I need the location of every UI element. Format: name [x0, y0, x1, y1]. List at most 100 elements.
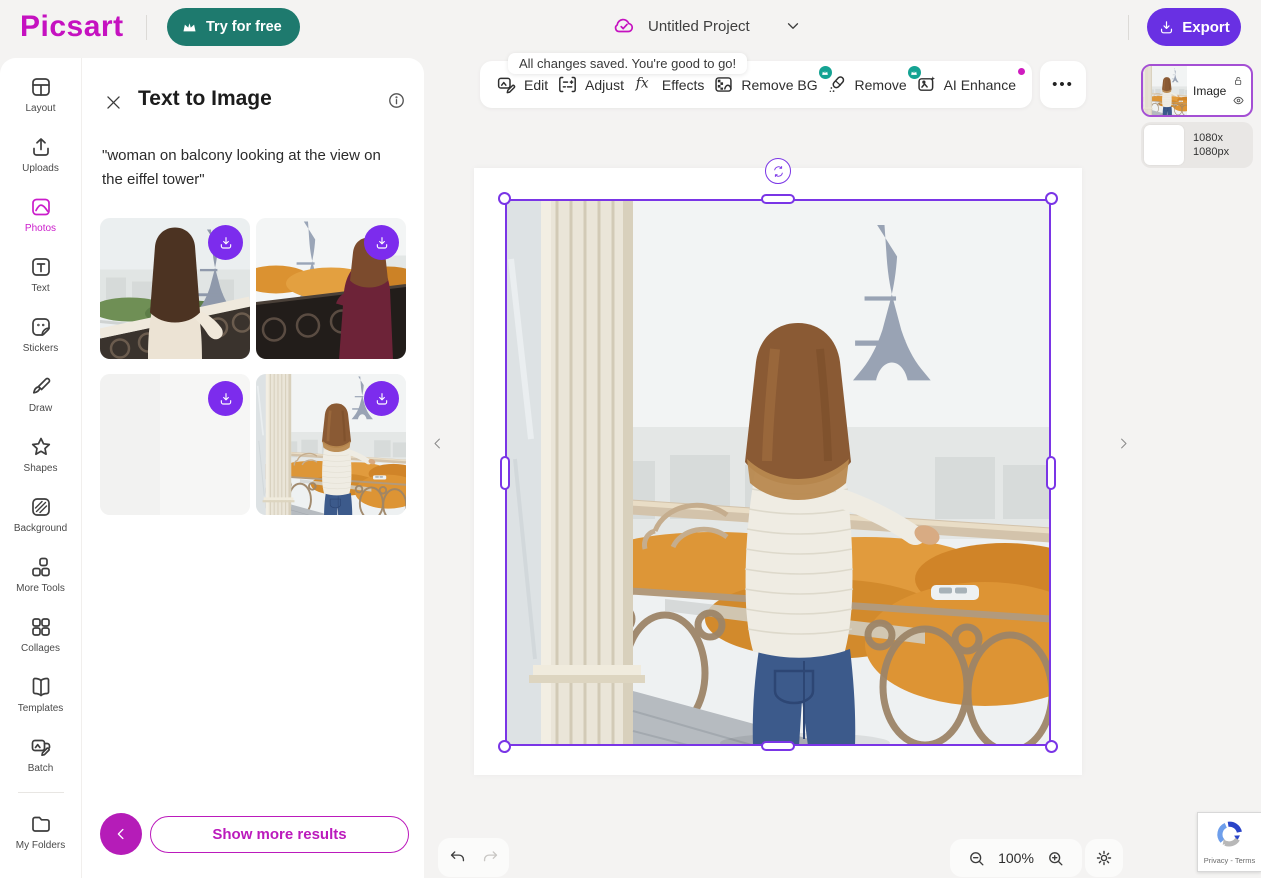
- remove-object-button[interactable]: Remove: [827, 74, 907, 95]
- toolbar-label: Adjust: [585, 77, 624, 93]
- sidebar-item-label: Batch: [28, 763, 54, 774]
- sidebar-item-batch[interactable]: Batch: [0, 724, 81, 784]
- resize-handle-top-left[interactable]: [498, 192, 511, 205]
- sidebar-item-more-tools[interactable]: More Tools: [0, 544, 81, 604]
- sidebar-item-text[interactable]: Text: [0, 244, 81, 304]
- canvas-settings-button[interactable]: [1085, 839, 1123, 877]
- ai-enhance-button[interactable]: AI Enhance: [916, 74, 1016, 95]
- sidebar-item-label: Collages: [21, 643, 60, 654]
- eye-icon[interactable]: [1232, 94, 1245, 107]
- sidebar-item-label: Templates: [18, 703, 64, 714]
- layout-icon: [29, 75, 53, 99]
- project-menu[interactable]: Untitled Project: [612, 14, 802, 38]
- redo-icon[interactable]: [481, 848, 500, 867]
- sidebar-item-photos[interactable]: Photos: [0, 184, 81, 244]
- recaptcha-privacy-terms[interactable]: Privacy - Terms: [1204, 856, 1256, 865]
- ai-enhance-icon: [916, 74, 937, 95]
- zoom-out-icon[interactable]: [967, 849, 986, 868]
- sidebar-item-label: Layout: [25, 103, 55, 114]
- picsart-logo: Picsart: [20, 10, 124, 44]
- svg-text:fx: fx: [635, 76, 649, 92]
- export-label: Export: [1182, 19, 1230, 36]
- remove-bg-icon: [713, 74, 734, 95]
- close-icon[interactable]: [104, 93, 123, 112]
- header-divider: [146, 15, 147, 40]
- sidebar-item-collages[interactable]: Collages: [0, 604, 81, 664]
- resize-handle-left[interactable]: [500, 456, 510, 490]
- sidebar-item-label: Uploads: [22, 163, 59, 174]
- generated-results-grid: [100, 218, 408, 515]
- rail-divider: [18, 792, 64, 793]
- background-layer-thumbnail: [1144, 125, 1184, 165]
- edit-button[interactable]: Edit: [496, 74, 548, 95]
- rotate-handle[interactable]: [765, 158, 791, 184]
- sidebar-item-uploads[interactable]: Uploads: [0, 124, 81, 184]
- selected-image-layer[interactable]: [505, 199, 1051, 746]
- sidebar-item-label: Text: [31, 283, 49, 294]
- effects-icon: fx: [633, 72, 655, 97]
- toolbar-label: AI Enhance: [944, 77, 1016, 93]
- back-button[interactable]: [100, 813, 142, 855]
- picsart-editor: Picsart Try for free Untitled Project Ex…: [0, 0, 1261, 885]
- rotate-icon: [772, 165, 785, 178]
- adjust-icon: [557, 74, 578, 95]
- resize-handle-top[interactable]: [761, 194, 795, 204]
- undo-icon[interactable]: [448, 848, 467, 867]
- generated-image-result-2[interactable]: [256, 218, 406, 359]
- layer-item-image[interactable]: Image: [1141, 64, 1253, 117]
- sidebar-item-templates[interactable]: Templates: [0, 664, 81, 724]
- download-icon: [1158, 19, 1175, 36]
- sidebar-item-shapes[interactable]: Shapes: [0, 424, 81, 484]
- sidebar-item-background[interactable]: Background: [0, 484, 81, 544]
- zoom-in-icon[interactable]: [1046, 849, 1065, 868]
- sidebar-item-layout[interactable]: Layout: [0, 64, 81, 124]
- generated-image-result-1[interactable]: [100, 218, 250, 359]
- collapse-panel-chevron-left[interactable]: [425, 431, 449, 455]
- resize-handle-bottom-right[interactable]: [1045, 740, 1058, 753]
- info-icon[interactable]: [387, 91, 406, 110]
- expand-panel-chevron-right[interactable]: [1111, 431, 1135, 455]
- try-for-free-button[interactable]: Try for free: [167, 8, 300, 46]
- text-icon: [29, 255, 53, 279]
- more-options-button[interactable]: •••: [1040, 61, 1086, 108]
- edit-icon: [496, 74, 517, 95]
- show-more-results-button[interactable]: Show more results: [150, 816, 409, 853]
- effects-button[interactable]: fx Effects: [633, 72, 705, 97]
- folder-icon: [29, 812, 53, 836]
- export-button[interactable]: Export: [1147, 8, 1241, 46]
- canvas-artboard[interactable]: [474, 168, 1082, 775]
- recaptcha-badge[interactable]: Privacy - Terms: [1197, 812, 1261, 872]
- sidebar-item-label: Photos: [25, 223, 56, 234]
- sidebar-item-my-folders[interactable]: My Folders: [0, 801, 81, 861]
- unlock-icon[interactable]: [1232, 75, 1245, 87]
- layer-item-background[interactable]: 1080x 1080px: [1141, 122, 1253, 168]
- autosave-status: All changes saved. You're good to go!: [508, 53, 747, 74]
- sidebar-item-label: Background: [14, 523, 67, 534]
- templates-icon: [29, 675, 53, 699]
- layer-thumbnail: [1143, 66, 1187, 115]
- sidebar-item-label: Shapes: [24, 463, 58, 474]
- resize-handle-top-right[interactable]: [1045, 192, 1058, 205]
- new-feature-dot: [1018, 68, 1025, 75]
- generated-image-result-4[interactable]: [256, 374, 406, 515]
- resize-handle-bottom-left[interactable]: [498, 740, 511, 753]
- download-result-button[interactable]: [208, 225, 243, 260]
- generated-image-result-3[interactable]: [100, 374, 250, 515]
- resize-handle-bottom[interactable]: [761, 741, 795, 751]
- crown-icon: [181, 19, 198, 36]
- download-result-button[interactable]: [364, 381, 399, 416]
- toolbar-label: Effects: [662, 77, 705, 93]
- toolbar-label: Remove: [855, 77, 907, 93]
- remove-bg-button[interactable]: Remove BG: [713, 74, 817, 95]
- panel-title: Text to Image: [138, 87, 272, 111]
- sidebar-item-draw[interactable]: Draw: [0, 364, 81, 424]
- resize-handle-right[interactable]: [1046, 456, 1056, 490]
- zoom-level[interactable]: 100%: [998, 850, 1034, 866]
- batch-icon: [29, 735, 53, 759]
- sidebar-item-stickers[interactable]: Stickers: [0, 304, 81, 364]
- download-result-button[interactable]: [364, 225, 399, 260]
- history-controls: [438, 838, 509, 877]
- download-result-button[interactable]: [208, 381, 243, 416]
- sidebar-item-label: Stickers: [23, 343, 59, 354]
- adjust-button[interactable]: Adjust: [557, 74, 624, 95]
